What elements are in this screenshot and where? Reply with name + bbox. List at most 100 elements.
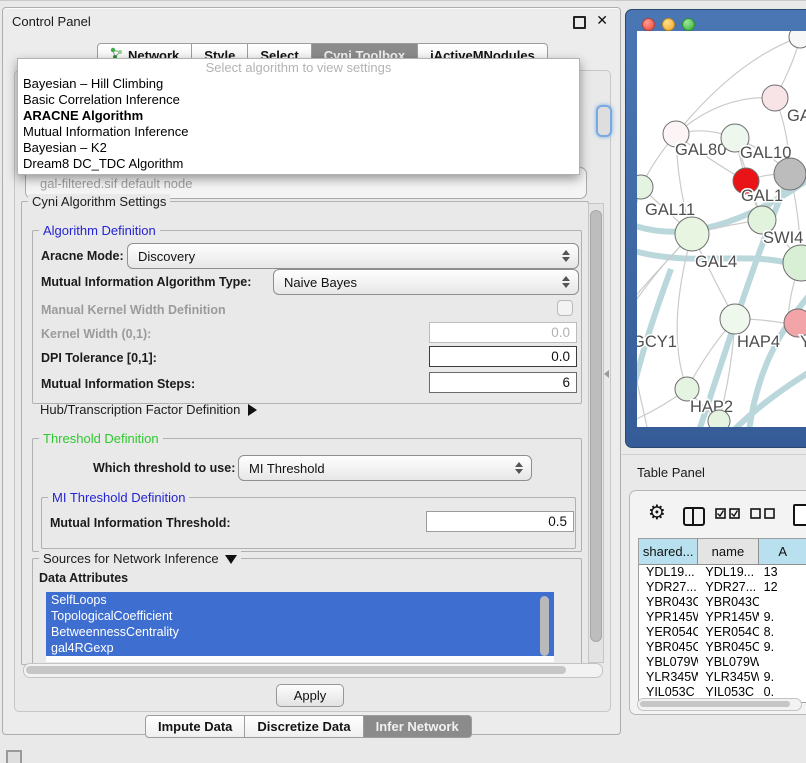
- table-cell: YDR27...: [698, 580, 758, 595]
- algorithm-option-mutual-information-inference[interactable]: Mutual Information Inference: [18, 124, 579, 140]
- mi-threshold-group-title: MI Threshold Definition: [48, 490, 189, 505]
- manual-kernel-checkbox[interactable]: [557, 300, 573, 316]
- sources-title-text: Sources for Network Inference: [43, 551, 219, 566]
- network-node-gal4[interactable]: [675, 217, 709, 251]
- threshold-definition-group: Threshold Definition Which threshold to …: [32, 438, 582, 552]
- columns-icon[interactable]: [683, 507, 705, 526]
- deselect-all-icon[interactable]: [750, 508, 776, 520]
- column-header-a[interactable]: A: [759, 539, 806, 564]
- table-row[interactable]: YDR27...YDR27...12: [639, 580, 806, 595]
- attributes-list-scrollbar[interactable]: [540, 596, 549, 656]
- algorithm-option-aracne-algorithm[interactable]: ARACNE Algorithm: [18, 108, 579, 124]
- manual-kernel-label: Manual Kernel Width Definition: [41, 303, 226, 317]
- hub-definition-label: Hub/Transcription Factor Definition: [40, 402, 240, 417]
- table-panel-window: ⚙ shared...nameA YDL19...YDL19...13YDR27…: [629, 490, 806, 715]
- panel-divider-grip[interactable]: [604, 370, 609, 378]
- network-node[interactable]: [789, 31, 806, 48]
- table-row[interactable]: YBR045CYBR045C9.: [639, 640, 806, 655]
- threshold-definition-title: Threshold Definition: [39, 431, 163, 446]
- settings-vertical-scrollbar[interactable]: [588, 203, 604, 663]
- network-node-hap4[interactable]: [720, 304, 750, 334]
- tab-discretize-data[interactable]: Discretize Data: [245, 715, 363, 738]
- mi-type-select[interactable]: Naive Bayes: [273, 269, 579, 295]
- scrollbar-thumb[interactable]: [590, 210, 602, 642]
- table-row[interactable]: YER054CYER054C8.: [639, 625, 806, 640]
- sources-group-title[interactable]: Sources for Network Inference: [39, 551, 241, 566]
- select-all-icon[interactable]: [715, 508, 741, 520]
- network-graph: GALGAL80GAL10GAL1GAL11SWI4GAL4GCY1HAP4YH…: [637, 31, 806, 427]
- network-node-gal[interactable]: [762, 85, 788, 111]
- table-horizontal-scrollbar[interactable]: [637, 698, 802, 711]
- algorithm-options: Bayesian – Hill ClimbingBasic Correlatio…: [18, 76, 579, 172]
- window-close-icon[interactable]: [642, 18, 655, 31]
- algorithm-option-dream8-dc-tdc-algorithm[interactable]: Dream8 DC_TDC Algorithm: [18, 156, 579, 172]
- table-row[interactable]: YBL079WYBL079W: [639, 655, 806, 670]
- window-minimize-icon[interactable]: [662, 18, 675, 31]
- attribute-item-betweennesscentrality[interactable]: BetweennessCentrality: [46, 624, 554, 640]
- attribute-item-selfloops[interactable]: SelfLoops: [46, 592, 554, 608]
- minimized-panel-icon[interactable]: [6, 750, 22, 763]
- network-node[interactable]: [774, 158, 806, 190]
- combo-arrows-icon: [558, 276, 574, 288]
- tab-label: Discretize Data: [257, 719, 350, 734]
- column-header-name[interactable]: name: [698, 539, 758, 564]
- kernel-width-input[interactable]: [429, 322, 577, 343]
- which-threshold-select[interactable]: MI Threshold: [238, 455, 532, 481]
- network-node[interactable]: [708, 410, 730, 427]
- gear-icon[interactable]: ⚙: [648, 503, 666, 523]
- table-cell: 12: [759, 580, 806, 595]
- table-cell: YDL19...: [639, 565, 698, 580]
- data-attributes-list: SelfLoopsTopologicalCoefficientBetweenne…: [46, 592, 554, 662]
- focused-spinner-widget[interactable]: [596, 105, 612, 137]
- window-zoom-icon[interactable]: [682, 18, 695, 31]
- table-header-row: shared...nameA: [639, 539, 806, 565]
- mi-threshold-label: Mutual Information Threshold:: [50, 516, 231, 530]
- mi-steps-input[interactable]: [429, 372, 577, 393]
- settings-horizontal-scrollbar[interactable]: [23, 663, 603, 678]
- table-cell: YDR27...: [639, 580, 698, 595]
- which-threshold-value: MI Threshold: [239, 461, 511, 476]
- algorithm-option-bayesian-hill-climbing[interactable]: Bayesian – Hill Climbing: [18, 76, 579, 92]
- scrollbar-thumb[interactable]: [640, 701, 790, 707]
- expand-right-icon: [248, 404, 257, 416]
- table-cell: YBR045C: [698, 640, 758, 655]
- combo-arrows-icon: [558, 250, 574, 262]
- table-row[interactable]: YLR345WYLR345W9.: [639, 670, 806, 685]
- table-cell: YPR145W: [639, 610, 698, 625]
- table-row[interactable]: YPR145WYPR145W9.: [639, 610, 806, 625]
- settings-group-title: Cyni Algorithm Settings: [28, 194, 170, 209]
- table-cell: YDL19...: [698, 565, 758, 580]
- hub-definition-toggle[interactable]: Hub/Transcription Factor Definition: [40, 402, 257, 417]
- node-label-gal: GAL: [787, 107, 806, 125]
- tab-infer-network[interactable]: Infer Network: [364, 715, 472, 738]
- algorithm-option-bayesian-k2[interactable]: Bayesian – K2: [18, 140, 579, 156]
- column-header-shared[interactable]: shared...: [639, 539, 698, 564]
- algorithm-option-basic-correlation-inference[interactable]: Basic Correlation Inference: [18, 92, 579, 108]
- data-attributes-label: Data Attributes: [39, 571, 128, 585]
- close-panel-icon[interactable]: ✕: [596, 12, 608, 29]
- mi-threshold-input[interactable]: [426, 511, 574, 532]
- table-cell: YBR045C: [639, 640, 698, 655]
- tab-impute-data[interactable]: Impute Data: [145, 715, 245, 738]
- dropdown-placeholder: Select algorithm to view settings: [18, 59, 579, 76]
- apply-button[interactable]: Apply: [276, 684, 344, 707]
- network-node-swi4[interactable]: [783, 245, 806, 281]
- table-cell: YBL079W: [698, 655, 758, 670]
- table-cell: 13: [759, 565, 806, 580]
- new-table-icon[interactable]: [793, 504, 806, 526]
- network-canvas[interactable]: GALGAL80GAL10GAL1GAL11SWI4GAL4GCY1HAP4YH…: [637, 31, 806, 427]
- table-panel-title: Table Panel: [637, 465, 705, 480]
- dpi-tolerance-label: DPI Tolerance [0,1]:: [41, 351, 157, 365]
- algorithm-dropdown-popup: Select algorithm to view settings Bayesi…: [17, 58, 580, 175]
- node-label-y: Y: [800, 333, 806, 351]
- tab-label: Impute Data: [158, 719, 232, 734]
- float-panel-icon[interactable]: [573, 16, 586, 29]
- table-row[interactable]: YDL19...YDL19...13: [639, 565, 806, 580]
- aracne-mode-select[interactable]: Discovery: [127, 243, 579, 269]
- dpi-tolerance-input[interactable]: [429, 346, 577, 367]
- mi-type-label: Mutual Information Algorithm Type:: [41, 275, 251, 289]
- table-row[interactable]: YBR043CYBR043C: [639, 595, 806, 610]
- attribute-item-gal4rgexp[interactable]: gal4RGexp: [46, 640, 554, 656]
- scrollbar-thumb[interactable]: [26, 666, 566, 674]
- attribute-item-topologicalcoefficient[interactable]: TopologicalCoefficient: [46, 608, 554, 624]
